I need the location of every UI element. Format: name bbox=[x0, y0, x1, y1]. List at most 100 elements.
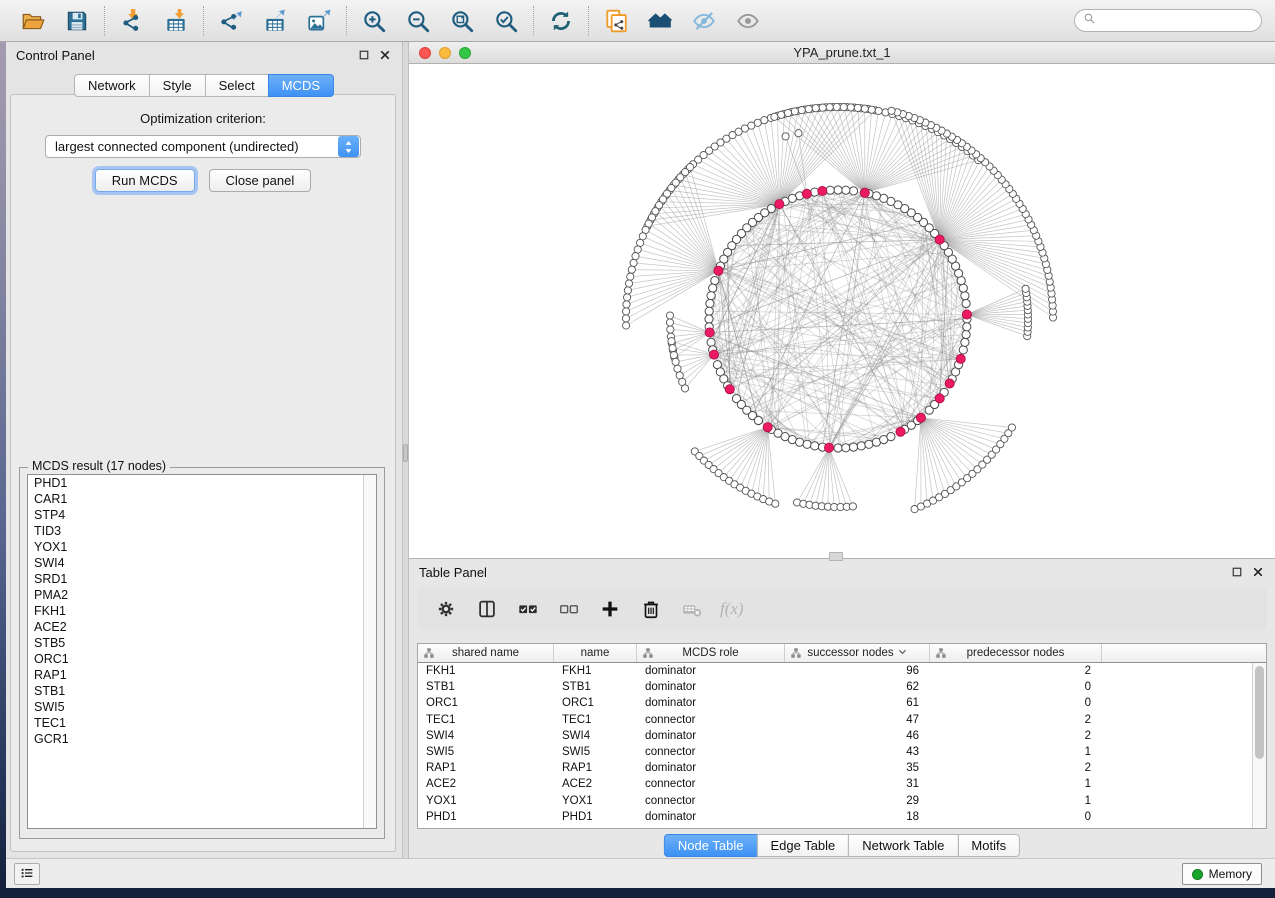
network-node[interactable] bbox=[865, 440, 873, 448]
network-node[interactable] bbox=[705, 307, 713, 315]
close-icon[interactable] bbox=[378, 48, 392, 62]
network-node[interactable] bbox=[961, 338, 969, 346]
table-cell[interactable]: 1 bbox=[930, 744, 1102, 760]
mcds-hub-node[interactable] bbox=[802, 189, 811, 198]
table-cell[interactable]: 2 bbox=[930, 712, 1102, 728]
table-cell[interactable]: YOX1 bbox=[554, 793, 637, 809]
zoom-selected-button[interactable] bbox=[487, 4, 525, 38]
network-leaf-node[interactable] bbox=[632, 253, 639, 260]
network-leaf-node[interactable] bbox=[805, 105, 812, 112]
network-leaf-node[interactable] bbox=[672, 358, 679, 365]
table-cell[interactable]: 47 bbox=[785, 712, 930, 728]
zoom-fit-button[interactable] bbox=[443, 4, 481, 38]
table-cell[interactable]: SWI4 bbox=[554, 728, 637, 744]
table-cell[interactable]: 1 bbox=[930, 793, 1102, 809]
network-node[interactable] bbox=[849, 187, 857, 195]
export-network-button[interactable] bbox=[212, 4, 250, 38]
vertical-splitter-handle[interactable] bbox=[403, 444, 408, 462]
network-leaf-node[interactable] bbox=[847, 104, 854, 111]
table-cell[interactable]: connector bbox=[637, 744, 785, 760]
network-node[interactable] bbox=[959, 346, 967, 354]
mcds-result-item[interactable]: SWI5 bbox=[28, 699, 376, 715]
table-cell[interactable]: 0 bbox=[930, 695, 1102, 711]
mcds-result-item[interactable]: ACE2 bbox=[28, 619, 376, 635]
network-leaf-node[interactable] bbox=[623, 322, 630, 329]
mcds-result-item[interactable]: SRD1 bbox=[28, 571, 376, 587]
network-leaf-node[interactable] bbox=[623, 301, 630, 308]
import-network-button[interactable] bbox=[113, 4, 151, 38]
table-cell[interactable]: dominator bbox=[637, 728, 785, 744]
table-cell[interactable]: dominator bbox=[637, 679, 785, 695]
close-window-icon[interactable] bbox=[419, 47, 431, 59]
network-node[interactable] bbox=[705, 315, 713, 323]
mcds-result-item[interactable]: GCR1 bbox=[28, 731, 376, 747]
table-cell[interactable]: 31 bbox=[785, 776, 930, 792]
table-cell[interactable]: connector bbox=[637, 793, 785, 809]
network-leaf-node[interactable] bbox=[625, 280, 632, 287]
network-node[interactable] bbox=[706, 299, 714, 307]
table-cell[interactable]: 46 bbox=[785, 728, 930, 744]
mcds-result-item[interactable]: SWI4 bbox=[28, 555, 376, 571]
mcds-hub-node[interactable] bbox=[705, 328, 714, 337]
add-column-button[interactable] bbox=[597, 596, 623, 622]
table-cell[interactable]: dominator bbox=[637, 663, 785, 679]
search-input[interactable] bbox=[1101, 14, 1251, 28]
table-cell[interactable]: ORC1 bbox=[418, 695, 554, 711]
column-header-successor-nodes[interactable]: successor nodes bbox=[785, 644, 930, 662]
mcds-result-item[interactable]: ORC1 bbox=[28, 651, 376, 667]
network-leaf-node[interactable] bbox=[630, 259, 637, 266]
network-node[interactable] bbox=[961, 292, 969, 300]
network-leaf-node[interactable] bbox=[624, 294, 631, 301]
tab-edge-table[interactable]: Edge Table bbox=[756, 834, 849, 857]
network-leaf-node[interactable] bbox=[666, 319, 673, 326]
mcds-hub-node[interactable] bbox=[818, 186, 827, 195]
network-leaf-node[interactable] bbox=[761, 117, 768, 124]
network-leaf-node[interactable] bbox=[669, 345, 676, 352]
table-cell[interactable]: PHD1 bbox=[418, 809, 554, 825]
table-cell[interactable]: connector bbox=[637, 712, 785, 728]
tab-mcds[interactable]: MCDS bbox=[268, 74, 334, 97]
table-scrollbar-thumb[interactable] bbox=[1255, 666, 1264, 759]
network-leaf-node[interactable] bbox=[666, 312, 673, 319]
table-cell[interactable]: 2 bbox=[930, 760, 1102, 776]
export-image-button[interactable] bbox=[300, 4, 338, 38]
network-node[interactable] bbox=[711, 277, 719, 285]
network-node[interactable] bbox=[962, 330, 970, 338]
mcds-result-item[interactable]: RAP1 bbox=[28, 667, 376, 683]
table-cell[interactable]: 0 bbox=[930, 679, 1102, 695]
network-node[interactable] bbox=[709, 284, 717, 292]
table-cell[interactable]: 29 bbox=[785, 793, 930, 809]
network-leaf-node[interactable] bbox=[791, 108, 798, 115]
vertical-splitter[interactable] bbox=[402, 42, 409, 858]
network-node[interactable] bbox=[963, 323, 971, 331]
mcds-hub-node[interactable] bbox=[916, 413, 925, 422]
table-cell[interactable]: SWI4 bbox=[418, 728, 554, 744]
network-leaf-node[interactable] bbox=[634, 246, 641, 253]
network-leaf-node[interactable] bbox=[628, 266, 635, 273]
network-leaf-node[interactable] bbox=[782, 133, 789, 140]
table-cell[interactable]: 62 bbox=[785, 679, 930, 695]
mcds-hub-node[interactable] bbox=[860, 188, 869, 197]
network-leaf-node[interactable] bbox=[819, 104, 826, 111]
table-cell[interactable]: RAP1 bbox=[554, 760, 637, 776]
close-icon[interactable] bbox=[1251, 565, 1265, 579]
mcds-hub-node[interactable] bbox=[775, 200, 784, 209]
table-cell[interactable]: RAP1 bbox=[418, 760, 554, 776]
network-leaf-node[interactable] bbox=[833, 103, 840, 110]
column-header-mcds-role[interactable]: MCDS role bbox=[637, 644, 785, 662]
network-window-titlebar[interactable]: YPA_prune.txt_1 bbox=[409, 42, 1275, 64]
mcds-hub-node[interactable] bbox=[935, 394, 944, 403]
open-file-button[interactable] bbox=[14, 4, 52, 38]
mcds-hub-node[interactable] bbox=[945, 379, 954, 388]
save-session-button[interactable] bbox=[58, 4, 96, 38]
mcds-result-item[interactable]: STB1 bbox=[28, 683, 376, 699]
table-cell[interactable]: ORC1 bbox=[554, 695, 637, 711]
table-cell[interactable]: PHD1 bbox=[554, 809, 637, 825]
horizontal-splitter-handle[interactable] bbox=[829, 552, 843, 561]
network-leaf-node[interactable] bbox=[772, 500, 779, 507]
mcds-result-item[interactable]: PMA2 bbox=[28, 587, 376, 603]
table-cell[interactable]: 2 bbox=[930, 728, 1102, 744]
network-leaf-node[interactable] bbox=[849, 503, 856, 510]
mcds-result-item[interactable]: TID3 bbox=[28, 523, 376, 539]
network-node[interactable] bbox=[857, 442, 865, 450]
